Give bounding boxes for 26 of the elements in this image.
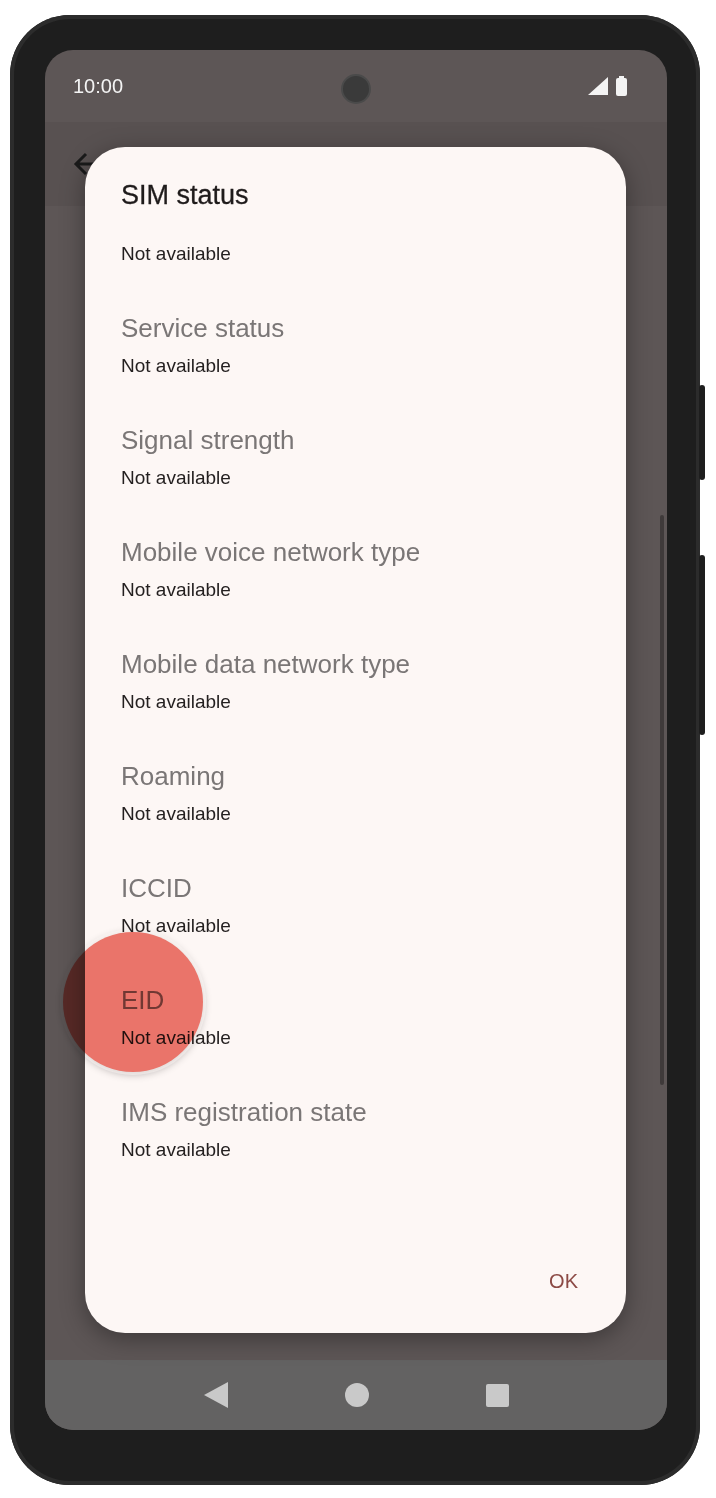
dialog-title: SIM status [121,179,249,212]
item-value: Not available [121,690,231,714]
item-value: Not available [121,242,231,266]
item-label: Mobile data network type [121,648,411,681]
item-value: Not available [121,1026,231,1050]
item-label: ICCID [121,872,192,905]
item-value: Not available [121,914,231,938]
item-label: Mobile voice network type [121,536,421,569]
item-label: Roaming [121,760,226,793]
item-label: Signal strength [121,424,295,457]
item-value: Not available [121,466,231,490]
item-label: Service status [121,312,285,345]
battery-icon [616,76,627,96]
signal-icon [588,77,608,95]
item-label: IMS registration state [121,1096,367,1129]
ok-button[interactable]: OK [537,1262,590,1301]
item-value: Not available [121,354,231,378]
status-time: 10:00 [73,74,124,98]
item-value: Not available [121,1138,231,1162]
recents-icon[interactable] [485,1383,509,1407]
item-label: EID [121,984,165,1017]
camera-hole [341,74,371,104]
item-value: Not available [121,802,231,826]
item-value: Not available [121,578,231,602]
back-icon[interactable] [203,1382,228,1408]
home-icon[interactable] [344,1383,369,1407]
